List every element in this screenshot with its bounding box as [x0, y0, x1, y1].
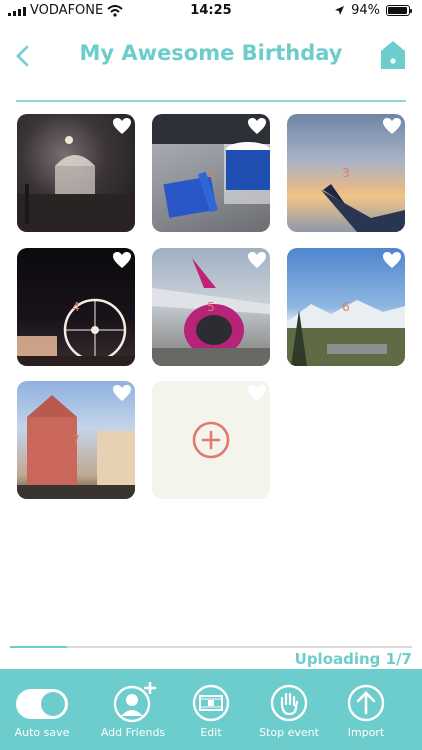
photo-tile-4[interactable]: 4 — [17, 248, 135, 366]
upload-progress-fill — [10, 646, 68, 648]
page-title: My Awesome Birthday — [79, 41, 343, 65]
heart-icon[interactable] — [112, 117, 132, 135]
add-friends-button[interactable]: Add Friends — [91, 669, 175, 750]
heart-icon[interactable] — [382, 117, 402, 135]
location-arrow-icon — [335, 6, 345, 15]
add-photo-tile[interactable] — [152, 381, 270, 499]
add-circle-icon[interactable] — [192, 421, 230, 459]
heart-icon[interactable] — [247, 251, 267, 269]
auto-save-toggle-item[interactable]: Auto save — [0, 669, 84, 750]
home-icon[interactable] — [380, 40, 406, 70]
photo-tile-5[interactable]: 5 — [152, 248, 270, 366]
heart-icon[interactable] — [112, 384, 132, 402]
photo-tile-6[interactable]: 6 — [287, 248, 405, 366]
toggle-knob — [41, 692, 65, 716]
add-friends-icon — [113, 682, 156, 723]
upload-status: Uploading 1/7 — [294, 650, 412, 668]
photo-number: 6 — [342, 300, 350, 314]
battery-icon — [386, 5, 412, 16]
stop-event-label: Stop event — [259, 726, 319, 739]
status-bar: VODAFONE 14:25 94% — [0, 0, 422, 22]
event-header: My Awesome Birthday — [0, 30, 422, 82]
photo-number: 7 — [72, 433, 80, 447]
bottom-toolbar: Auto save Add Friends Edit Stop event Im… — [0, 669, 422, 750]
photo-number: 2 — [207, 166, 215, 180]
stop-event-button[interactable]: Stop event — [247, 669, 331, 750]
import-button[interactable]: Import — [324, 669, 408, 750]
add-friends-label: Add Friends — [100, 726, 166, 739]
status-right: 94% — [334, 3, 412, 18]
photo-number: 3 — [342, 166, 350, 180]
auto-save-label: Auto save — [14, 726, 70, 739]
photo-tile-1[interactable] — [17, 114, 135, 232]
edit-label: Edit — [200, 726, 222, 739]
heart-icon[interactable] — [382, 251, 402, 269]
upload-progress-bar — [10, 646, 412, 648]
upload-arrow-icon — [347, 684, 385, 722]
film-strip-icon — [192, 684, 230, 722]
photo-tile-2[interactable]: 2 — [152, 114, 270, 232]
heart-icon[interactable] — [112, 251, 132, 269]
heart-icon[interactable] — [247, 384, 267, 402]
edit-button[interactable]: Edit — [169, 669, 253, 750]
photo-tile-3[interactable]: 3 — [287, 114, 405, 232]
heart-icon[interactable] — [247, 117, 267, 135]
battery-percent: 94% — [351, 3, 380, 18]
photo-number: 4 — [72, 300, 80, 314]
auto-save-toggle[interactable] — [16, 689, 68, 719]
header-divider — [16, 100, 406, 102]
photo-tile-7[interactable]: 7 — [17, 381, 135, 499]
import-label: Import — [347, 726, 385, 739]
photo-number: 5 — [207, 300, 215, 314]
stop-hand-icon — [270, 684, 308, 722]
